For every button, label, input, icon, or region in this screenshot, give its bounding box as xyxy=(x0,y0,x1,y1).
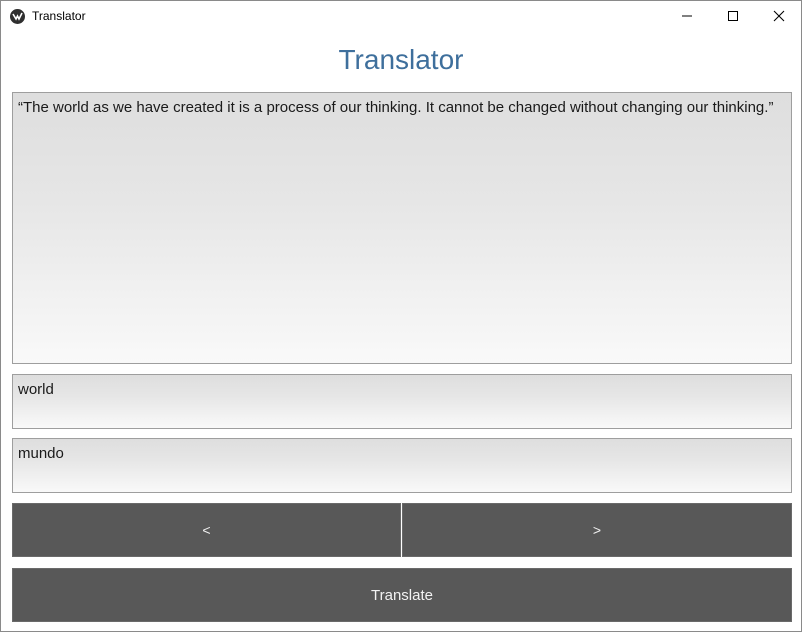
translated-word-field[interactable]: mundo xyxy=(12,438,792,493)
source-word-field[interactable]: world xyxy=(12,374,792,429)
next-button[interactable]: > xyxy=(402,503,792,557)
page-title: Translator xyxy=(338,44,464,75)
previous-button[interactable]: < xyxy=(12,503,401,557)
app-window: Translator Translator “The world as we h… xyxy=(0,0,802,632)
maximize-icon xyxy=(728,11,738,21)
maximize-button[interactable] xyxy=(710,1,756,31)
kivy-app-icon xyxy=(10,9,25,24)
close-icon xyxy=(773,10,785,22)
title-bar[interactable]: Translator xyxy=(1,1,801,31)
text-input-area[interactable]: “The world as we have created it is a pr… xyxy=(12,92,792,364)
translate-button[interactable]: Translate xyxy=(12,568,792,622)
close-button[interactable] xyxy=(756,1,802,31)
window-title: Translator xyxy=(32,9,86,23)
minimize-button[interactable] xyxy=(664,1,710,31)
minimize-icon xyxy=(682,15,692,17)
